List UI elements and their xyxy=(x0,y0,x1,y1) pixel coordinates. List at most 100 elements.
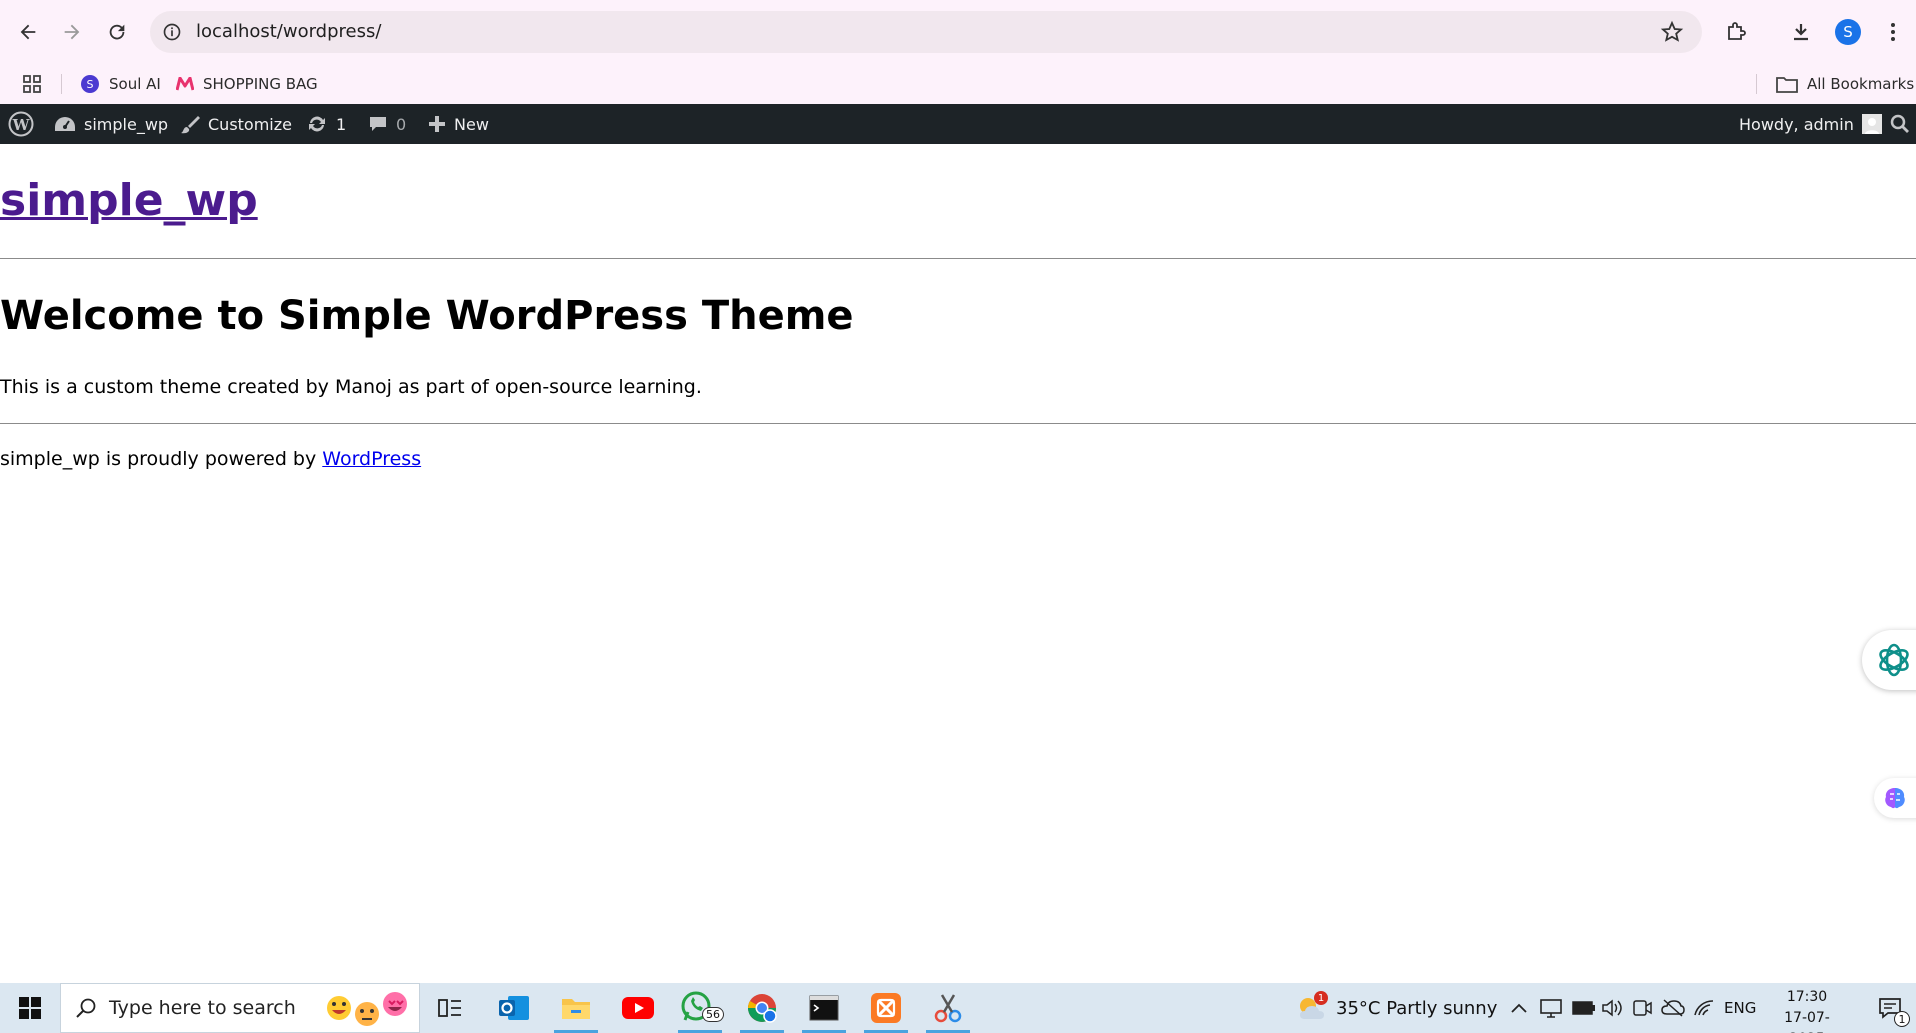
taskbar-search-box[interactable]: Type here to search xyxy=(60,983,420,1033)
tray-network[interactable] xyxy=(1693,983,1715,1033)
admin-search-button[interactable] xyxy=(1890,104,1910,144)
back-button[interactable] xyxy=(8,12,48,52)
tray-volume[interactable] xyxy=(1601,983,1623,1033)
tray-monitor[interactable] xyxy=(1540,983,1562,1033)
tray-onedrive[interactable] xyxy=(1661,983,1685,1033)
bookmarks-divider xyxy=(1756,74,1757,94)
profile-avatar[interactable]: S xyxy=(1835,19,1861,45)
page-description: This is a custom theme created by Manoj … xyxy=(0,376,702,398)
taskbar-youtube[interactable] xyxy=(610,983,666,1033)
all-bookmarks-button[interactable]: All Bookmarks xyxy=(1776,64,1914,104)
browser-toolbar: localhost/wordpress/ S xyxy=(0,0,1916,64)
brain-float-button[interactable] xyxy=(1874,778,1916,818)
taskbar-terminal[interactable] xyxy=(796,983,852,1033)
site-info-icon[interactable] xyxy=(162,22,182,46)
reload-icon xyxy=(109,24,125,40)
tray-meet-now[interactable] xyxy=(1632,983,1652,1033)
weather-alert-badge: 1 xyxy=(1314,991,1328,1005)
wp-logo-menu[interactable]: W xyxy=(8,104,34,144)
howdy-label: Howdy, admin xyxy=(1739,114,1854,134)
show-hidden-icons-button[interactable] xyxy=(1510,983,1528,1033)
url-text: localhost/wordpress/ xyxy=(196,21,382,42)
chevron-up-icon xyxy=(1511,1003,1527,1013)
wordpress-link[interactable]: WordPress xyxy=(322,448,421,470)
footer-text: simple_wp is proudly powered by xyxy=(0,448,323,470)
bookmarks-bar: S Soul AI SHOPPING BAG All Bookmarks xyxy=(0,64,1916,104)
folder-icon xyxy=(1776,75,1798,93)
wifi-icon xyxy=(1694,1000,1714,1016)
page-heading: Welcome to Simple WordPress Theme xyxy=(0,293,854,339)
updates-icon xyxy=(306,114,328,134)
forward-button[interactable] xyxy=(52,12,92,52)
weather-widget[interactable]: 1 35°C Partly sunny xyxy=(1296,983,1497,1033)
paintbrush-icon xyxy=(180,114,200,134)
search-placeholder: Type here to search xyxy=(109,997,296,1019)
windows-logo-icon xyxy=(19,997,41,1019)
puzzle-icon xyxy=(1728,22,1746,40)
notification-center-button[interactable]: 1 xyxy=(1866,983,1916,1033)
notification-count-badge: 1 xyxy=(1894,1011,1910,1027)
apps-grid-icon xyxy=(23,75,41,93)
comments-link[interactable]: 0 xyxy=(368,104,406,144)
user-avatar xyxy=(1861,114,1882,134)
address-bar[interactable]: localhost/wordpress/ xyxy=(150,11,1702,53)
bookmark-star-icon[interactable] xyxy=(1660,20,1684,48)
speaker-icon xyxy=(1602,999,1622,1017)
apps-button[interactable] xyxy=(22,64,42,104)
taskbar-snipping-tool[interactable] xyxy=(920,983,976,1033)
tray-clock[interactable]: 17:30 17-07-2025 xyxy=(1770,987,1844,1033)
bookmark-label: SHOPPING BAG xyxy=(203,75,318,93)
reload-button[interactable] xyxy=(97,12,137,52)
tray-language[interactable]: ENG xyxy=(1724,983,1756,1033)
customize-link[interactable]: Customize xyxy=(180,104,292,144)
browser-menu-button[interactable] xyxy=(1873,12,1913,52)
new-content-menu[interactable]: New xyxy=(428,104,489,144)
site-name-label: simple_wp xyxy=(84,114,169,134)
taskbar-chrome[interactable] xyxy=(734,983,790,1033)
chatgpt-float-button[interactable] xyxy=(1862,630,1916,690)
updates-link[interactable]: 1 xyxy=(306,104,346,144)
arrow-left-icon xyxy=(20,24,36,40)
user-silhouette-icon xyxy=(1861,114,1882,134)
updates-count: 1 xyxy=(336,114,347,134)
customize-label: Customize xyxy=(208,114,292,134)
comments-count: 0 xyxy=(396,114,407,134)
downloads-button[interactable] xyxy=(1781,12,1821,52)
site-name-menu[interactable]: simple_wp xyxy=(54,104,168,144)
taskbar-whatsapp[interactable]: 56 xyxy=(672,983,728,1033)
monitor-icon xyxy=(1540,999,1562,1018)
xampp-icon xyxy=(871,993,901,1023)
clock-time: 17:30 xyxy=(1786,989,1828,1005)
openai-logo-icon xyxy=(1879,643,1909,677)
comment-bubble-icon xyxy=(368,114,388,134)
svg-text:S: S xyxy=(87,78,94,91)
kebab-menu-icon xyxy=(1891,23,1895,41)
search-icon xyxy=(1890,114,1910,134)
camera-icon xyxy=(1633,1000,1652,1016)
emoji-search-highlight-icon xyxy=(321,988,411,1028)
wp-admin-bar: W simple_wp Customize 1 0 New Howdy, adm… xyxy=(0,104,1916,144)
search-icon xyxy=(76,998,96,1018)
my-account-menu[interactable]: Howdy, admin xyxy=(1739,104,1882,144)
site-footer: simple_wp is proudly powered by WordPres… xyxy=(0,448,421,470)
bookmark-shopping-bag[interactable]: SHOPPING BAG xyxy=(176,64,318,104)
whatsapp-unread-badge: 56 xyxy=(702,1007,724,1022)
clock-date: 17-07-2025 xyxy=(1784,1010,1830,1033)
taskbar-outlook[interactable] xyxy=(486,983,542,1033)
arrow-right-icon xyxy=(64,24,80,40)
soul-ai-icon: S xyxy=(80,74,100,94)
start-button[interactable] xyxy=(0,983,60,1033)
weather-sun-cloud-icon: 1 xyxy=(1296,991,1328,1023)
youtube-icon xyxy=(622,997,654,1019)
cloud-offline-icon xyxy=(1661,999,1685,1017)
task-view-button[interactable] xyxy=(422,983,478,1033)
all-bookmarks-label: All Bookmarks xyxy=(1807,75,1915,93)
folder-icon xyxy=(562,999,590,1019)
tray-battery[interactable] xyxy=(1572,983,1596,1033)
extensions-button[interactable] xyxy=(1716,12,1756,52)
footer-divider xyxy=(0,423,1916,424)
taskbar-file-explorer[interactable] xyxy=(548,983,604,1033)
bookmark-soul-ai[interactable]: S Soul AI xyxy=(80,64,161,104)
taskbar-xampp[interactable] xyxy=(858,983,914,1033)
site-title-link[interactable]: simple_wp xyxy=(0,175,258,226)
